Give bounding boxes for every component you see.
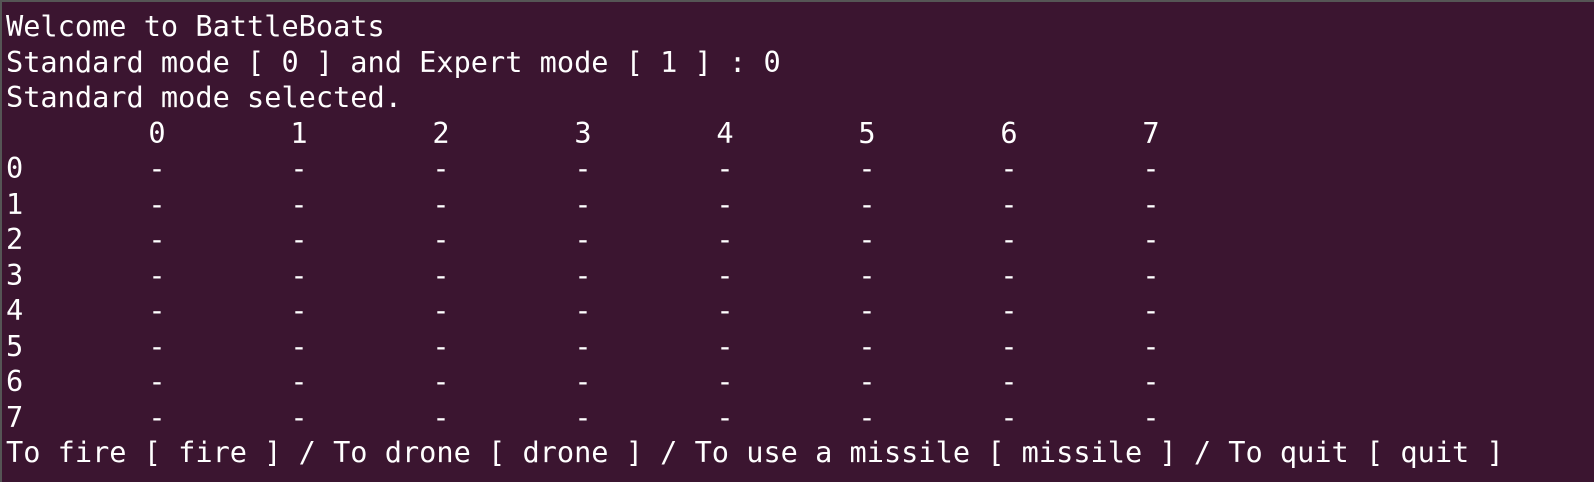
column-header: 5 <box>858 116 876 150</box>
board-cell: - <box>574 329 592 363</box>
column-header: 2 <box>432 116 450 150</box>
row-label: 0 <box>6 151 24 185</box>
board-cell: - <box>1000 258 1018 292</box>
column-header: 4 <box>716 116 734 150</box>
mode-prompt: Standard mode [ 0 ] and Expert mode [ 1 … <box>6 45 781 79</box>
column-header: 3 <box>574 116 592 150</box>
board-cell: - <box>574 258 592 292</box>
board-cell: - <box>148 187 166 221</box>
row-label: 1 <box>6 187 24 221</box>
board-cell: - <box>148 400 166 434</box>
board-cell: - <box>290 364 308 398</box>
board-cell: - <box>1000 222 1018 256</box>
board-cell: - <box>432 258 450 292</box>
terminal-window[interactable]: Welcome to BattleBoats Standard mode [ 0… <box>0 0 1594 482</box>
column-header: 6 <box>1000 116 1018 150</box>
row-label: 5 <box>6 329 24 363</box>
board-cell: - <box>1142 258 1160 292</box>
board-cell: - <box>432 151 450 185</box>
board-cell: - <box>432 400 450 434</box>
board-cell: - <box>148 364 166 398</box>
board-cell: - <box>1000 329 1018 363</box>
board-cell: - <box>858 187 876 221</box>
board-cell: - <box>1142 364 1160 398</box>
board-cell: - <box>148 151 166 185</box>
board-cell: - <box>574 293 592 327</box>
board-cell: - <box>432 364 450 398</box>
board-cell: - <box>574 187 592 221</box>
command-prompt: To fire [ fire ] / To drone [ drone ] / … <box>6 435 1504 469</box>
board-cell: - <box>432 187 450 221</box>
board-cell: - <box>148 258 166 292</box>
board-cell: - <box>716 258 734 292</box>
board-cell: - <box>716 400 734 434</box>
board-cell: - <box>1000 187 1018 221</box>
board-cell: - <box>1000 151 1018 185</box>
board-cell: - <box>1000 364 1018 398</box>
board-cell: - <box>432 329 450 363</box>
board-cell: - <box>716 151 734 185</box>
column-header: 7 <box>1142 116 1160 150</box>
board-cell: - <box>1000 293 1018 327</box>
board-cell: - <box>1142 187 1160 221</box>
board-cell: - <box>1000 400 1018 434</box>
board-cell: - <box>432 293 450 327</box>
board-cell: - <box>858 329 876 363</box>
board-cell: - <box>1142 329 1160 363</box>
board-cell: - <box>716 222 734 256</box>
row-label: 7 <box>6 400 24 434</box>
row-label: 4 <box>6 293 24 327</box>
board-cell: - <box>858 364 876 398</box>
board-cell: - <box>716 187 734 221</box>
board-cell: - <box>858 151 876 185</box>
board-cell: - <box>290 151 308 185</box>
board-cell: - <box>716 364 734 398</box>
board-cell: - <box>716 293 734 327</box>
column-header: 0 <box>148 116 166 150</box>
welcome-text: Welcome to BattleBoats <box>6 9 385 43</box>
row-label: 2 <box>6 222 24 256</box>
board-cell: - <box>148 293 166 327</box>
board-cell: - <box>858 222 876 256</box>
board-cell: - <box>148 222 166 256</box>
board-cell: - <box>1142 222 1160 256</box>
column-header: 1 <box>290 116 308 150</box>
board-cell: - <box>1142 293 1160 327</box>
board-cell: - <box>290 258 308 292</box>
board-cell: - <box>574 151 592 185</box>
board-cell: - <box>290 222 308 256</box>
board-cell: - <box>148 329 166 363</box>
row-label: 3 <box>6 258 24 292</box>
board-cell: - <box>858 400 876 434</box>
board-cell: - <box>290 293 308 327</box>
board-cell: - <box>716 329 734 363</box>
board-cell: - <box>574 364 592 398</box>
board-cell: - <box>1142 400 1160 434</box>
board-cell: - <box>290 400 308 434</box>
board-cell: - <box>432 222 450 256</box>
row-label: 6 <box>6 364 24 398</box>
board-cell: - <box>574 222 592 256</box>
board-cell: - <box>858 258 876 292</box>
board-cell: - <box>1142 151 1160 185</box>
board-cell: - <box>574 400 592 434</box>
mode-selected-text: Standard mode selected. <box>6 80 402 114</box>
board-cell: - <box>290 187 308 221</box>
board-cell: - <box>290 329 308 363</box>
board-cell: - <box>858 293 876 327</box>
